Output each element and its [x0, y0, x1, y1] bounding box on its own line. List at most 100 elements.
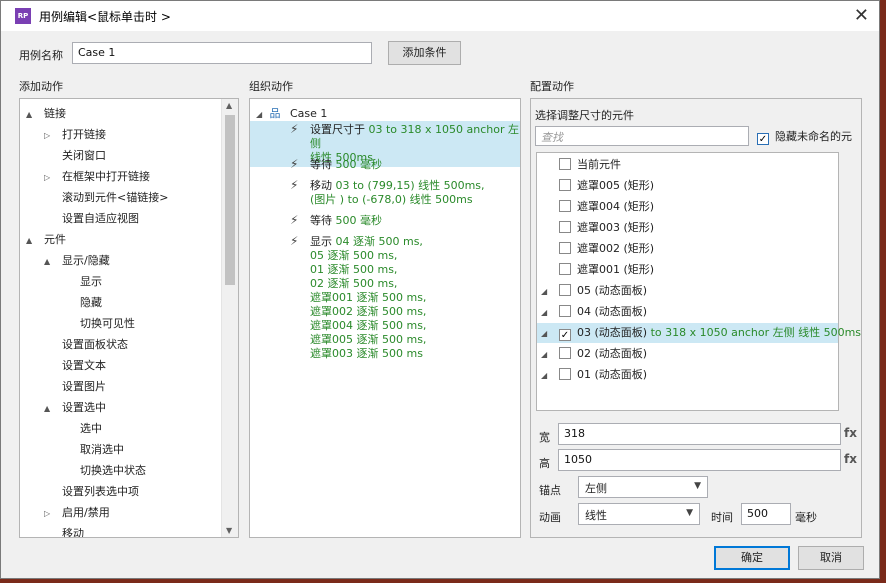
anchor-value: 左侧: [585, 482, 607, 495]
add-action-item[interactable]: ▲ 元件: [26, 231, 66, 247]
height-input[interactable]: 1050: [558, 449, 841, 471]
app-logo-icon: RP: [15, 8, 31, 24]
hide-unnamed-checkbox[interactable]: ✓ 隐藏未命名的元: [757, 128, 852, 145]
add-action-label: 设置文本: [62, 359, 106, 372]
widget-checkbox[interactable]: [559, 368, 571, 380]
add-action-item[interactable]: ▲ 链接: [26, 105, 66, 121]
add-action-heading: 添加动作: [19, 80, 63, 93]
collapse-icon[interactable]: ◢: [541, 303, 559, 323]
case-tree-node[interactable]: ◢ 品 Case 1: [256, 105, 327, 121]
width-fx-button[interactable]: fx: [844, 426, 857, 440]
add-action-item[interactable]: 设置文本: [44, 357, 106, 373]
collapse-icon[interactable]: ◢: [541, 366, 559, 386]
collapse-icon[interactable]: ◢: [541, 324, 559, 344]
action-detail: 遮罩005 逐渐 500 ms,: [310, 333, 427, 346]
collapse-icon[interactable]: ▲: [44, 404, 54, 413]
expand-icon[interactable]: ▷: [44, 509, 54, 518]
add-action-item[interactable]: 切换选中状态: [62, 462, 146, 478]
widget-name: 02 (动态面板): [577, 347, 648, 360]
ok-button[interactable]: 确定: [714, 546, 790, 570]
expand-icon[interactable]: ▷: [44, 131, 54, 140]
collapse-icon[interactable]: ◢: [541, 282, 559, 302]
widget-row[interactable]: 遮罩002 (矩形): [537, 239, 838, 259]
time-input[interactable]: 500: [741, 503, 791, 525]
hide-unnamed-label: 隐藏未命名的元: [775, 130, 852, 143]
add-action-item[interactable]: ▲ 设置选中: [44, 399, 106, 415]
add-action-item[interactable]: 设置图片: [44, 378, 106, 394]
anchor-select[interactable]: 左侧 ▼: [578, 476, 708, 498]
widget-row[interactable]: 遮罩005 (矩形): [537, 176, 838, 196]
add-action-item[interactable]: 取消选中: [62, 441, 124, 457]
widget-row[interactable]: ◢ ✓ 03 (动态面板) to 318 x 1050 anchor 左侧 线性 5…: [537, 323, 861, 344]
widget-checkbox[interactable]: [559, 200, 571, 212]
widget-checkbox[interactable]: [559, 158, 571, 170]
add-action-scrollbar[interactable]: ▲ ▼: [221, 99, 238, 537]
widget-name: 遮罩001 (矩形): [577, 263, 655, 276]
widget-row[interactable]: 遮罩004 (矩形): [537, 197, 838, 217]
collapse-icon[interactable]: ◢: [256, 110, 266, 119]
widget-checkbox[interactable]: [559, 221, 571, 233]
add-action-label: 取消选中: [80, 443, 124, 456]
scroll-down-icon[interactable]: ▼: [226, 526, 232, 535]
widget-row[interactable]: 遮罩001 (矩形): [537, 260, 838, 280]
add-action-item[interactable]: ▷ 在框架中打开链接: [44, 168, 150, 184]
close-icon[interactable]: ✕: [854, 5, 869, 26]
add-action-item[interactable]: 选中: [62, 420, 102, 436]
scroll-thumb[interactable]: [225, 115, 235, 285]
organized-action-item[interactable]: ⚡ 显示 04 逐渐 500 ms, 05 逐渐 500 ms, 01 逐渐 500 …: [250, 233, 520, 363]
widget-checkbox[interactable]: ✓: [559, 329, 571, 341]
add-action-item[interactable]: 隐藏: [62, 294, 102, 310]
organized-action-item[interactable]: ⚡ 等待 500 毫秒: [250, 156, 520, 174]
add-action-item[interactable]: 移动: [44, 525, 84, 537]
add-action-item[interactable]: ▷ 打开链接: [44, 126, 106, 142]
lightning-icon: ⚡: [290, 157, 299, 171]
collapse-icon[interactable]: ◢: [541, 345, 559, 365]
widget-row[interactable]: ◢ 05 (动态面板): [537, 281, 838, 301]
widget-row[interactable]: ◢ 01 (动态面板): [537, 365, 838, 385]
widget-checkbox[interactable]: [559, 284, 571, 296]
add-action-item[interactable]: 设置面板状态: [44, 336, 128, 352]
widget-row[interactable]: 遮罩003 (矩形): [537, 218, 838, 238]
widget-name: 当前元件: [577, 158, 621, 171]
case-name-input[interactable]: Case 1: [72, 42, 372, 64]
add-action-item[interactable]: 关闭窗口: [44, 147, 106, 163]
cancel-button[interactable]: 取消: [798, 546, 864, 570]
add-action-label: 滚动到元件<锚链接>: [62, 191, 169, 204]
organized-action-item[interactable]: ⚡ 等待 500 毫秒: [250, 212, 520, 230]
widget-row[interactable]: ◢ 02 (动态面板): [537, 344, 838, 364]
add-action-item[interactable]: ▷ 启用/禁用: [44, 504, 110, 520]
add-action-item[interactable]: 切换可见性: [62, 315, 135, 331]
widget-checkbox[interactable]: [559, 179, 571, 191]
widget-search-input[interactable]: 查找: [535, 126, 749, 146]
height-fx-button[interactable]: fx: [844, 452, 857, 466]
widget-detail: to 318 x 1050 anchor 左侧 线性 500ms: [647, 326, 862, 339]
collapse-icon[interactable]: ▲: [26, 236, 36, 245]
add-action-label: 启用/禁用: [62, 506, 110, 519]
widget-list: 当前元件遮罩005 (矩形) 遮罩004 (矩形) 遮罩003 (矩形) 遮罩002 …: [536, 152, 861, 411]
add-condition-button[interactable]: 添加条件: [388, 41, 461, 65]
widget-checkbox[interactable]: [559, 263, 571, 275]
scroll-up-icon[interactable]: ▲: [226, 101, 232, 110]
widget-checkbox[interactable]: [559, 242, 571, 254]
widget-checkbox[interactable]: [559, 305, 571, 317]
action-detail: 500 毫秒: [335, 158, 383, 171]
widget-row[interactable]: 当前元件: [537, 155, 838, 175]
width-input[interactable]: 318: [558, 423, 841, 445]
add-action-item[interactable]: 滚动到元件<锚链接>: [44, 189, 168, 205]
add-action-item[interactable]: ▲ 显示/隐藏: [44, 252, 110, 268]
widget-checkbox[interactable]: [559, 347, 571, 359]
add-action-item[interactable]: 设置列表选中项: [44, 483, 139, 499]
action-verb: 显示: [310, 235, 332, 248]
widget-row[interactable]: ◢ 04 (动态面板): [537, 302, 838, 322]
hide-unnamed-check-icon[interactable]: ✓: [757, 133, 769, 145]
action-detail: 01 逐渐 500 ms,: [310, 263, 398, 276]
add-action-item[interactable]: 设置自适应视图: [44, 210, 139, 226]
add-action-item[interactable]: 显示: [62, 273, 102, 289]
expand-icon[interactable]: ▷: [44, 173, 54, 182]
collapse-icon[interactable]: ▲: [44, 257, 54, 266]
add-action-label: 切换可见性: [80, 317, 135, 330]
collapse-icon[interactable]: ▲: [26, 110, 36, 119]
widget-name: 03 (动态面板): [577, 326, 648, 339]
organized-action-item[interactable]: ⚡ 移动 03 to (799,15) 线性 500ms, (图片 ) to (-6…: [250, 177, 520, 209]
animation-select[interactable]: 线性 ▼: [578, 503, 700, 525]
